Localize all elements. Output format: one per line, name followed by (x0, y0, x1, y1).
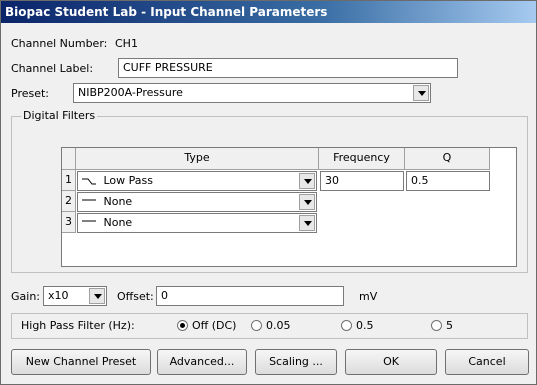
preset-value: NIBP200A-Pressure (78, 86, 183, 99)
table-corner (62, 148, 76, 170)
chevron-down-icon[interactable] (299, 215, 315, 231)
radio-label: Off (DC) (192, 319, 237, 332)
q-input[interactable]: 0.5 (406, 171, 490, 191)
offset-input[interactable]: 0 (156, 286, 344, 306)
filter-type-value: Low Pass (103, 174, 154, 187)
channel-label-caption: Channel Label: (11, 62, 94, 75)
chevron-down-icon[interactable] (413, 85, 429, 101)
chevron-down-icon[interactable] (299, 173, 315, 189)
filter-type-select[interactable]: None (77, 192, 317, 212)
ok-button[interactable]: OK (345, 349, 437, 375)
radio-label: 5 (446, 319, 453, 332)
radio-unselected-icon (341, 320, 352, 331)
gain-select[interactable]: x10 (43, 286, 107, 306)
offset-unit: mV (359, 290, 378, 303)
high-pass-caption: High Pass Filter (Hz): (21, 319, 135, 332)
filter-type-value: None (103, 216, 133, 229)
dialog-window: Biopac Student Lab - Input Channel Param… (0, 0, 537, 385)
gain-caption: Gain: (11, 290, 40, 303)
row-number: 3 (62, 212, 76, 233)
radio-5[interactable]: 5 (431, 319, 453, 332)
radio-unselected-icon (431, 320, 442, 331)
cancel-button[interactable]: Cancel (445, 349, 529, 375)
chevron-down-icon[interactable] (299, 194, 315, 210)
preset-caption: Preset: (11, 87, 50, 100)
filters-table: Type Frequency Q 1 Low Pass 30 0.5 2 Non… (61, 147, 517, 267)
radio-unselected-icon (251, 320, 262, 331)
offset-caption: Offset: (117, 290, 154, 303)
filter-type-value: None (103, 195, 133, 208)
radio-label: 0.05 (266, 319, 291, 332)
row-number: 1 (62, 170, 76, 191)
column-header-frequency: Frequency (319, 148, 405, 170)
row-number: 2 (62, 191, 76, 212)
new-channel-preset-button[interactable]: New Channel Preset (11, 349, 151, 375)
frequency-input[interactable]: 30 (320, 171, 404, 191)
channel-number-value: CH1 (115, 37, 138, 50)
filter-type-select[interactable]: None (77, 213, 317, 233)
column-header-type: Type (76, 148, 319, 170)
column-header-q: Q (405, 148, 490, 170)
filter-type-select[interactable]: Low Pass (77, 171, 317, 191)
scaling-button[interactable]: Scaling ... (255, 349, 337, 375)
channel-label-input[interactable]: CUFF PRESSURE (118, 58, 458, 78)
none-filter-icon (82, 199, 96, 201)
radio-selected-icon (177, 320, 188, 331)
chevron-down-icon[interactable] (89, 288, 105, 304)
digital-filters-title: Digital Filters (21, 109, 98, 122)
radio-0-5[interactable]: 0.5 (341, 319, 374, 332)
none-filter-icon (82, 220, 96, 222)
preset-select[interactable]: NIBP200A-Pressure (73, 83, 431, 103)
channel-number-label: Channel Number: (11, 37, 108, 50)
low-pass-icon (82, 178, 96, 185)
radio-off-dc[interactable]: Off (DC) (177, 319, 236, 332)
advanced-button[interactable]: Advanced... (157, 349, 247, 375)
radio-0-05[interactable]: 0.05 (251, 319, 291, 332)
radio-label: 0.5 (356, 319, 374, 332)
window-title: Biopac Student Lab - Input Channel Param… (1, 1, 536, 23)
gain-value: x10 (48, 289, 69, 302)
